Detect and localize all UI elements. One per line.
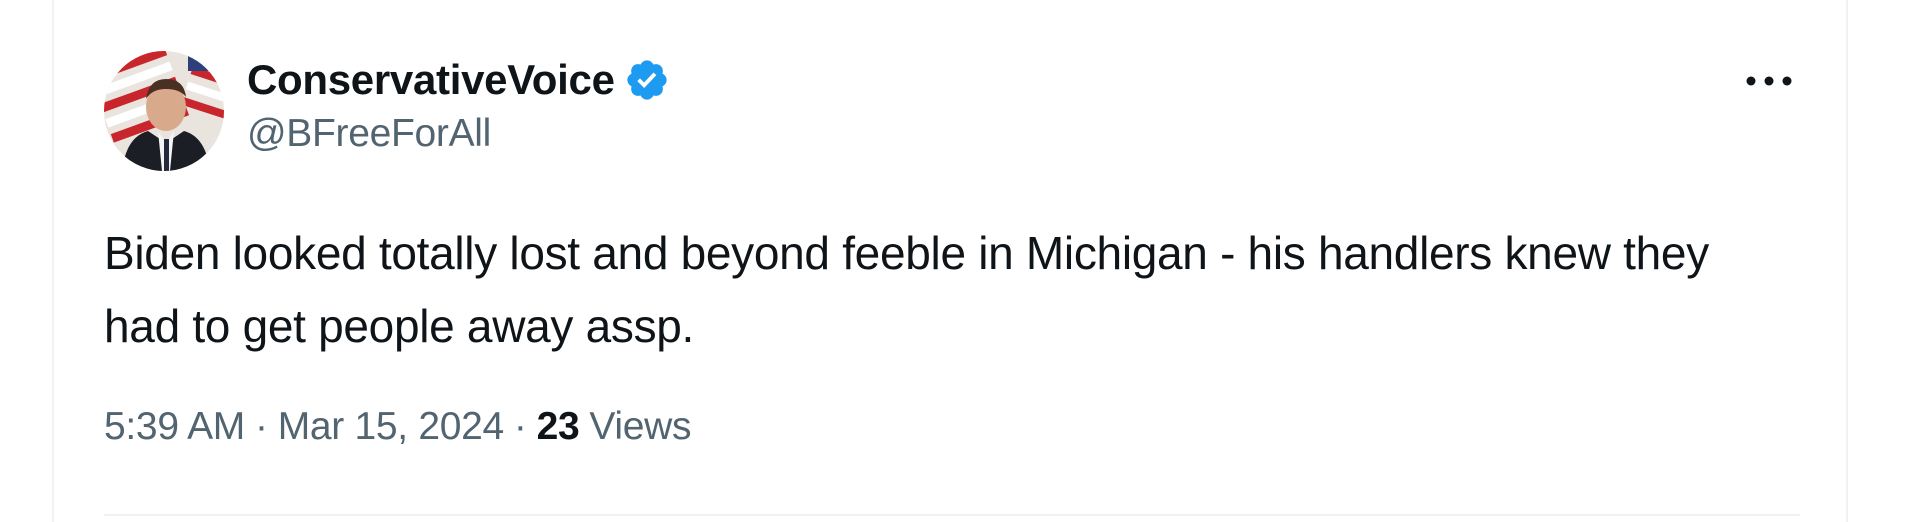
- more-options-button[interactable]: [1741, 66, 1797, 96]
- avatar[interactable]: [104, 51, 224, 171]
- views-label[interactable]: Views: [589, 405, 691, 449]
- tweet-card: ConservativeVoice @BFreeForAll Biden loo…: [52, 0, 1848, 522]
- author-info: ConservativeVoice @BFreeForAll: [247, 52, 670, 156]
- author-display-name[interactable]: ConservativeVoice: [247, 56, 615, 104]
- author-handle[interactable]: @BFreeForAll: [247, 112, 670, 156]
- tweet-metadata: 5:39 AM · Mar 15, 2024 · 23 Views: [104, 405, 692, 449]
- tweet-time[interactable]: 5:39 AM: [104, 405, 245, 449]
- name-row: ConservativeVoice: [247, 52, 670, 108]
- verified-badge-icon[interactable]: [624, 57, 670, 103]
- meta-separator: ·: [513, 405, 527, 448]
- views-count[interactable]: 23: [537, 405, 580, 449]
- meta-separator: ·: [255, 405, 268, 448]
- more-horizontal-icon: [1746, 76, 1792, 86]
- profile-photo-icon: [104, 51, 224, 171]
- tweet-date[interactable]: Mar 15, 2024: [278, 405, 505, 449]
- divider: [104, 514, 1800, 516]
- tweet-text: Biden looked totally lost and beyond fee…: [104, 227, 1709, 352]
